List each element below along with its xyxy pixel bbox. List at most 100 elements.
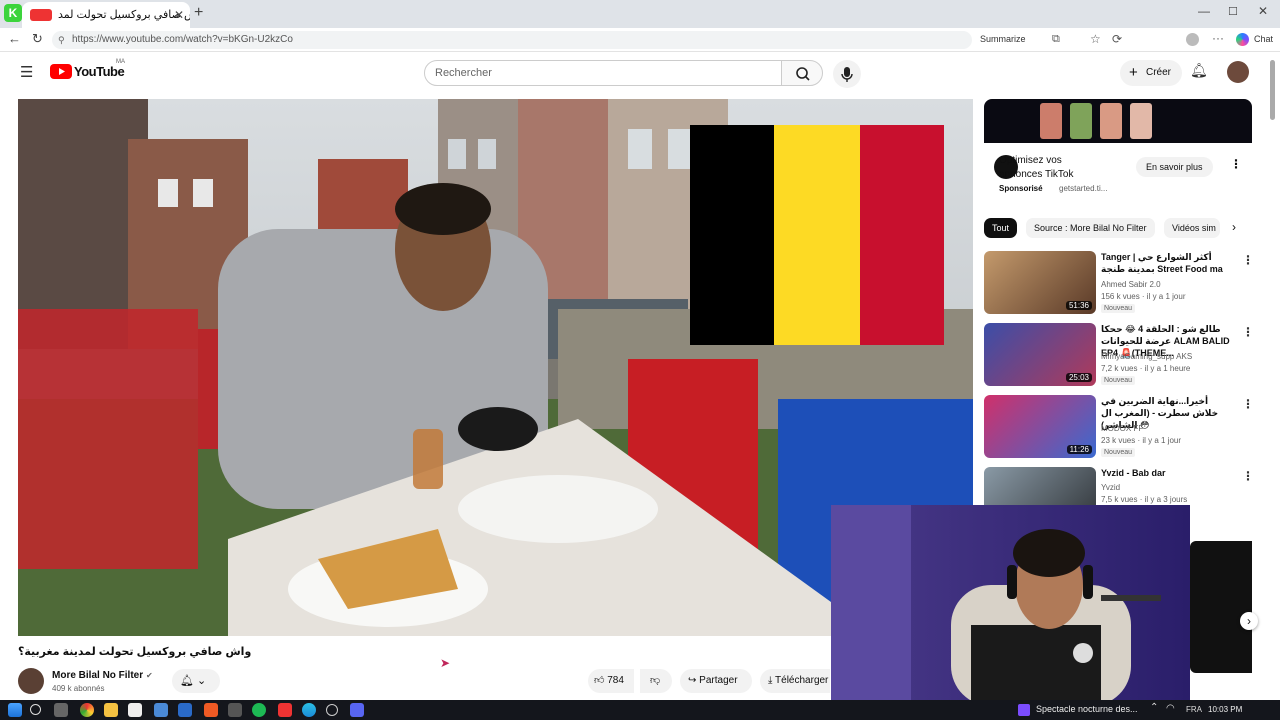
create-label: Créer [1146, 67, 1172, 78]
chips-next-icon[interactable]: › [1232, 220, 1236, 234]
url-text: https://www.youtube.com/watch?v=bKGn-U2k… [72, 34, 293, 45]
taskbar-search-icon[interactable] [30, 704, 41, 715]
task-view-icon[interactable] [54, 703, 68, 717]
verified-icon: ✔ [146, 671, 153, 680]
wifi-icon[interactable]: ◠ [1166, 703, 1175, 714]
video-thumbnail[interactable]: 51:36 [984, 251, 1096, 314]
share-label: Partager [699, 675, 738, 686]
side-panel-label[interactable]: Chat [1254, 34, 1273, 44]
windows-taskbar: Spectacle nocturne des... ⌃ FRA ◠ 10:03 … [0, 700, 1280, 720]
ad-more-icon[interactable]: ⋮ [1230, 157, 1242, 171]
summarize-button[interactable]: Summarize [980, 34, 1026, 44]
video-title[interactable]: Tanger | أكثر الشوارع حي بمدينة طنجة Str… [1101, 251, 1231, 275]
related-video[interactable]: 11:26 أخيرا...نهاية الضربين في خلاش سطرت… [984, 395, 1254, 459]
maximize-icon[interactable]: ☐ [1228, 5, 1238, 18]
back-icon[interactable]: ← [8, 31, 21, 46]
chip-source[interactable]: Source : More Bilal No Filter [1026, 218, 1155, 238]
related-video-thumbnail-partial[interactable] [1190, 541, 1252, 673]
browser-tab[interactable]: واش صافي بروكسيل تحولت لمد ✕ [22, 2, 190, 28]
youtube-play-logo-icon [50, 64, 72, 79]
chip-all[interactable]: Tout [984, 218, 1018, 238]
url-field[interactable]: ⚲ https://www.youtube.com/watch?v=bKGn-U… [52, 31, 972, 49]
video-player[interactable] [18, 99, 973, 636]
new-badge: Nouveau [1101, 376, 1136, 385]
subscribe-bell-button[interactable]: 🔔︎ ⌄ [172, 669, 220, 693]
ad-cta-button[interactable]: En savoir plus [1136, 157, 1213, 177]
thumbs-up-icon: 👍︎ [594, 675, 605, 686]
related-video[interactable]: 51:36 Tanger | أكثر الشوارع حي بمدينة طن… [984, 251, 1254, 315]
share-icon: ↪ [688, 675, 697, 686]
clock[interactable]: 10:03 PM [1208, 705, 1242, 714]
sidebar-next-icon[interactable]: › [1240, 612, 1258, 630]
create-button[interactable]: + Créer [1120, 60, 1182, 86]
video-channel[interactable]: Yvzid [1101, 483, 1120, 492]
app-icon[interactable] [228, 703, 242, 717]
extension-badge[interactable]: K [4, 4, 22, 22]
ad-banner[interactable] [984, 99, 1252, 143]
video-title[interactable]: Yvzid - Bab dar [1101, 467, 1231, 479]
address-bar: ← ↻ ⚲ https://www.youtube.com/watch?v=bK… [0, 28, 1280, 52]
video-channel[interactable]: Ahmed Sabir 2.0 [1101, 280, 1161, 289]
tab-close-icon[interactable]: ✕ [174, 2, 184, 28]
browser-tab-bar: K واش صافي بروكسيل تحولت لمد ✕ + — ☐ ✕ [0, 0, 1280, 28]
ad-card[interactable]: Optimisez vos annonces TikTok Sponsorisé… [984, 99, 1252, 201]
app-icon[interactable] [278, 703, 292, 717]
spotify-icon[interactable] [252, 703, 266, 717]
video-more-icon[interactable]: ⋮ [1242, 469, 1254, 483]
channel-avatar[interactable] [18, 668, 44, 694]
notification-text[interactable]: Spectacle nocturne des... [1036, 704, 1138, 714]
related-video[interactable]: 25:03 طالع شو : الحلقة 4 😂 ححكا عرضة للح… [984, 323, 1254, 387]
start-button-icon[interactable] [8, 703, 22, 717]
download-label: Télécharger [775, 675, 829, 686]
video-stats: 7,2 k vues · il y a 1 heure [1101, 364, 1191, 373]
profile-icon[interactable] [1186, 33, 1199, 46]
new-tab-icon[interactable]: + [194, 4, 203, 22]
reload-icon[interactable]: ↻ [32, 31, 43, 47]
flag-red-band [860, 125, 944, 345]
video-thumbnail[interactable]: 25:03 [984, 323, 1096, 386]
app-icon[interactable] [326, 704, 338, 716]
channel-name[interactable]: More Bilal No Filter [52, 670, 143, 681]
menu-dots-icon[interactable]: ··· [1212, 31, 1224, 45]
chrome-icon[interactable] [80, 703, 94, 717]
store-icon[interactable] [154, 703, 168, 717]
download-button[interactable]: ⤓ Télécharger [760, 669, 830, 693]
voice-search-button[interactable] [833, 60, 861, 88]
file-explorer-icon[interactable] [104, 703, 118, 717]
tray-chevron-icon[interactable]: ⌃ [1150, 702, 1158, 713]
brave-icon[interactable] [204, 703, 218, 717]
discord-icon[interactable] [350, 703, 364, 717]
video-more-icon[interactable]: ⋮ [1242, 325, 1254, 339]
account-avatar[interactable] [1227, 61, 1249, 83]
chip-similar[interactable]: Vidéos sim [1164, 218, 1220, 238]
copilot-icon[interactable] [1236, 33, 1249, 46]
search-button[interactable] [781, 60, 823, 86]
notifications-bell-icon[interactable]: 🔔︎ [1190, 62, 1208, 79]
video-thumbnail[interactable]: 11:26 [984, 395, 1096, 458]
video-channel[interactable]: MimyaGaming_supp AKS [1101, 352, 1192, 361]
favorite-icon[interactable]: ☆ [1090, 32, 1101, 46]
notification-icon[interactable] [1018, 704, 1030, 716]
search-input[interactable]: Rechercher [424, 60, 782, 86]
video-duration: 11:26 [1066, 445, 1092, 454]
window-close-icon[interactable]: ✕ [1258, 4, 1268, 18]
edge-icon[interactable] [302, 703, 316, 717]
extensions-icon[interactable]: ⧉ [1052, 33, 1060, 46]
like-button[interactable]: 👍︎ 784 [588, 669, 634, 693]
ad-thumb-4 [1130, 103, 1152, 139]
minimize-icon[interactable]: — [1198, 4, 1210, 18]
site-info-icon[interactable]: ⚲ [58, 31, 65, 49]
mail-icon[interactable] [178, 703, 192, 717]
youtube-region-code: MA [116, 59, 125, 65]
hamburger-menu-icon[interactable]: ☰ [20, 63, 33, 81]
video-stats: 156 k vues · il y a 1 jour [1101, 292, 1186, 301]
collections-icon[interactable]: ⟳ [1112, 32, 1122, 46]
page-scrollbar[interactable] [1270, 60, 1275, 120]
video-channel[interactable]: MODOX FF [1101, 424, 1143, 433]
video-more-icon[interactable]: ⋮ [1242, 253, 1254, 267]
share-button[interactable]: ↪ Partager [680, 669, 752, 693]
dislike-button[interactable]: 👎︎ [640, 669, 672, 693]
language-indicator[interactable]: FRA [1186, 705, 1202, 714]
video-more-icon[interactable]: ⋮ [1242, 397, 1254, 411]
app-icon[interactable] [128, 703, 142, 717]
